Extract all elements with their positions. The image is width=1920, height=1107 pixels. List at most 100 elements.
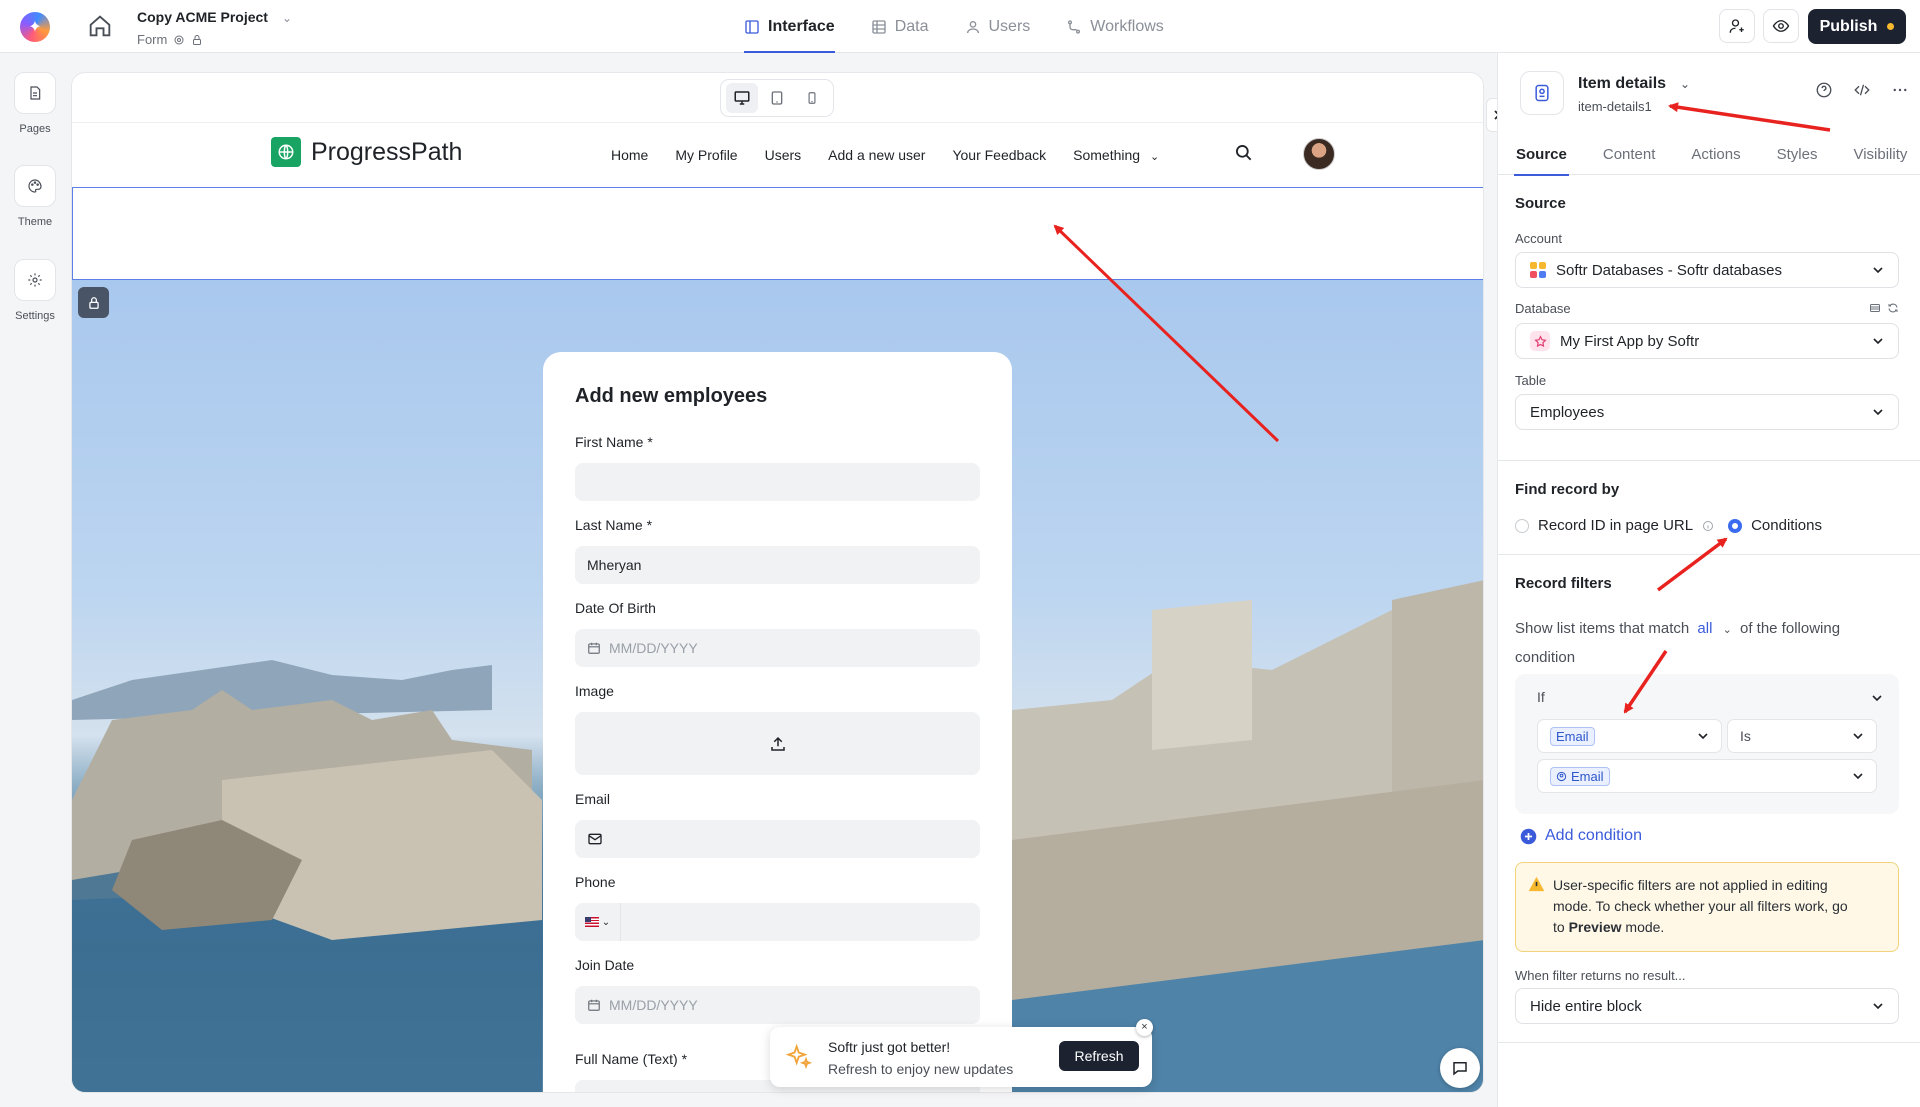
dob-input[interactable]: MM/DD/YYYY: [575, 629, 980, 667]
chevron-down-icon: ⌄: [1722, 624, 1732, 636]
home-button[interactable]: [86, 12, 114, 40]
image-label: Image: [575, 683, 614, 699]
radio-conditions-label: Conditions: [1751, 517, 1822, 534]
tab-styles[interactable]: Styles: [1759, 133, 1836, 175]
required-mark: *: [647, 434, 653, 450]
refresh-icon[interactable]: [1887, 302, 1899, 314]
left-rail: Pages Theme Settings: [0, 53, 70, 1107]
tab-interface[interactable]: Interface: [744, 0, 835, 53]
main-tabs: Interface Data Users Workflows: [744, 0, 1164, 53]
country-code-select[interactable]: ⌄: [575, 903, 621, 941]
tab-workflows[interactable]: Workflows: [1066, 0, 1164, 53]
divider: [1498, 460, 1920, 461]
phone-field[interactable]: ⌄: [575, 903, 980, 941]
item-details-icon: [1520, 71, 1564, 115]
invite-user-button[interactable]: [1719, 9, 1755, 43]
join-date-input[interactable]: MM/DD/YYYY: [575, 986, 980, 1024]
avatar[interactable]: [1303, 138, 1335, 170]
item-details-block[interactable]: [72, 187, 1483, 280]
close-icon[interactable]: ×: [1136, 1019, 1153, 1036]
database-value: My First App by Softr: [1560, 332, 1700, 350]
chevron-down-icon[interactable]: [1871, 692, 1883, 704]
last-name-input[interactable]: Mheryan: [575, 546, 980, 584]
radio-conditions[interactable]: Conditions: [1728, 517, 1822, 534]
tab-actions[interactable]: Actions: [1673, 133, 1758, 175]
first-name-input[interactable]: [575, 463, 980, 501]
warning-line-1: User-specific filters are not applied in…: [1553, 877, 1828, 893]
search-icon: [1236, 145, 1252, 161]
match-value: all: [1697, 620, 1713, 637]
rail-settings[interactable]: Settings: [14, 259, 56, 322]
user-icon: [966, 20, 979, 33]
code-icon[interactable]: [1853, 81, 1871, 99]
radio-circle-selected: [1728, 518, 1743, 533]
required-mark: *: [646, 517, 653, 533]
match-text-post: of the following: [1739, 620, 1841, 637]
tablet-icon: [771, 91, 783, 105]
gear-icon: [28, 273, 42, 287]
tab-data[interactable]: Data: [871, 0, 929, 53]
condition-field-select[interactable]: Email: [1537, 719, 1722, 753]
top-bar: ✦ Copy ACME Project ⌄ Form Interface Data…: [0, 0, 1920, 53]
more-icon[interactable]: [1891, 81, 1909, 99]
divider: [1498, 1042, 1920, 1043]
image-upload[interactable]: [575, 712, 980, 775]
account-select[interactable]: Softr Databases - Softr databases: [1515, 252, 1899, 288]
upload-icon: [770, 736, 785, 751]
nav-something-label: Something: [1073, 147, 1141, 163]
condition-operator-select[interactable]: Is: [1727, 719, 1877, 753]
tab-visibility[interactable]: Visibility: [1835, 133, 1920, 175]
table-icon: [872, 19, 886, 34]
form-title: Add new employees: [575, 385, 768, 407]
database-select[interactable]: My First App by Softr: [1515, 323, 1899, 359]
warning-icon: [1528, 876, 1545, 892]
refresh-button[interactable]: Refresh: [1059, 1041, 1139, 1071]
nav-my-profile[interactable]: My Profile: [675, 147, 737, 163]
join-date-label: Join Date: [575, 957, 635, 973]
publish-button[interactable]: Publish: [1808, 9, 1906, 44]
radio-record-id-url[interactable]: Record ID in page URL: [1515, 517, 1714, 534]
gear-icon: [174, 35, 184, 44]
add-condition-button[interactable]: Add condition: [1520, 827, 1642, 845]
star-icon: [1530, 331, 1550, 351]
warning-preview-word: Preview: [1568, 919, 1622, 935]
nav-add-user[interactable]: Add a new user: [828, 147, 925, 163]
tab-source[interactable]: Source: [1498, 133, 1585, 176]
preview-button[interactable]: [1763, 9, 1799, 43]
value-chip: Email: [1550, 766, 1610, 786]
page-name: Form: [137, 32, 168, 47]
first-name-label: First Name *: [575, 434, 653, 450]
tab-workflows-label: Workflows: [1090, 17, 1164, 35]
match-select[interactable]: all ⌄: [1697, 620, 1731, 637]
phone-label: Phone: [575, 874, 616, 890]
nav-users[interactable]: Users: [765, 147, 802, 163]
chat-button[interactable]: [1440, 1048, 1480, 1088]
app-logo[interactable]: ✦: [20, 12, 50, 42]
desktop-view-button[interactable]: [726, 83, 759, 113]
table-select[interactable]: Employees: [1515, 394, 1899, 430]
mobile-view-button[interactable]: [796, 83, 828, 113]
no-result-select[interactable]: Hide entire block: [1515, 988, 1899, 1024]
lock-button[interactable]: [78, 287, 109, 318]
rail-pages[interactable]: Pages: [14, 72, 56, 135]
email-field[interactable]: [575, 820, 980, 858]
tablet-view-button[interactable]: [761, 83, 793, 113]
nav-feedback[interactable]: Your Feedback: [952, 147, 1046, 163]
tab-content[interactable]: Content: [1585, 133, 1674, 175]
dob-placeholder: MM/DD/YYYY: [609, 640, 698, 656]
rail-theme[interactable]: Theme: [14, 165, 56, 228]
project-switcher[interactable]: Copy ACME Project ⌄ Form: [137, 9, 292, 47]
publish-label: Publish: [1819, 17, 1878, 35]
database-icon[interactable]: [1869, 302, 1881, 314]
nav-home[interactable]: Home: [611, 147, 648, 163]
help-icon[interactable]: [1815, 81, 1833, 99]
sparkle-icon: ✦: [28, 17, 42, 36]
site-brand[interactable]: ProgressPath: [271, 137, 462, 167]
nav-something[interactable]: Something ⌄: [1073, 147, 1159, 163]
block-title[interactable]: Item details ⌄: [1578, 75, 1690, 93]
search-button[interactable]: [1234, 143, 1254, 168]
tab-users[interactable]: Users: [965, 0, 1030, 53]
plus-circle-icon: [1520, 828, 1537, 844]
condition-value-select[interactable]: Email: [1537, 759, 1877, 793]
full-name-label: Full Name (Text) *: [575, 1051, 687, 1067]
